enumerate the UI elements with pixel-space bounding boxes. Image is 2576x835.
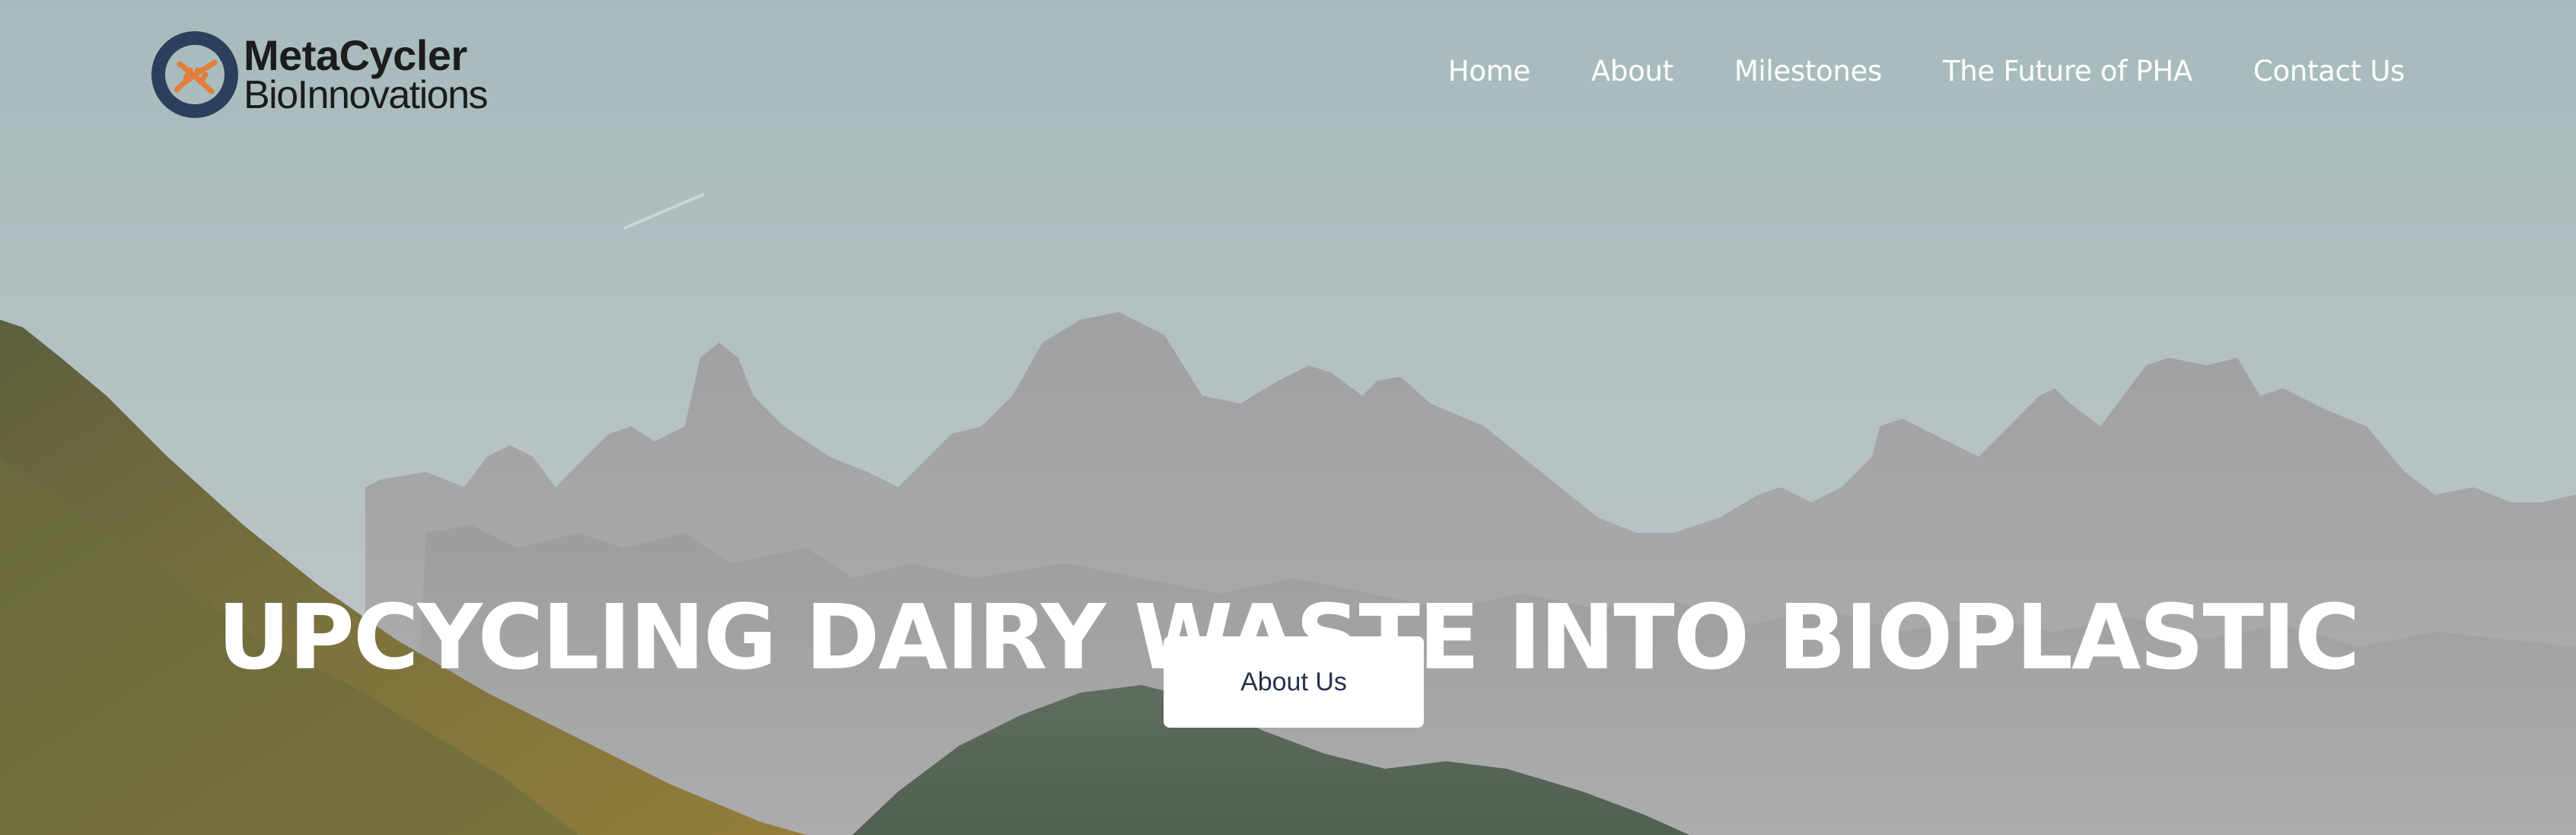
brand-name-primary: MetaCycler xyxy=(244,31,467,79)
brand-logo[interactable]: MetaCycler BioInnovations xyxy=(151,30,489,119)
main-navigation: Home About Milestones The Future of PHA … xyxy=(1448,55,2405,88)
about-us-button[interactable]: About Us xyxy=(1164,636,1424,728)
nav-link-home[interactable]: Home xyxy=(1448,55,1530,88)
nav-link-future-of-pha[interactable]: The Future of PHA xyxy=(1943,55,2192,88)
brand-name-secondary: BioInnovations xyxy=(244,73,489,117)
hero-section: MetaCycler BioInnovations Home About Mil… xyxy=(0,0,2576,835)
nav-link-contact-us[interactable]: Contact Us xyxy=(2253,55,2405,88)
nav-link-about[interactable]: About xyxy=(1591,55,1673,88)
nav-link-milestones[interactable]: Milestones xyxy=(1734,55,1882,88)
site-header: MetaCycler BioInnovations Home About Mil… xyxy=(0,0,2576,152)
dna-cycle-logo-icon xyxy=(151,31,238,118)
